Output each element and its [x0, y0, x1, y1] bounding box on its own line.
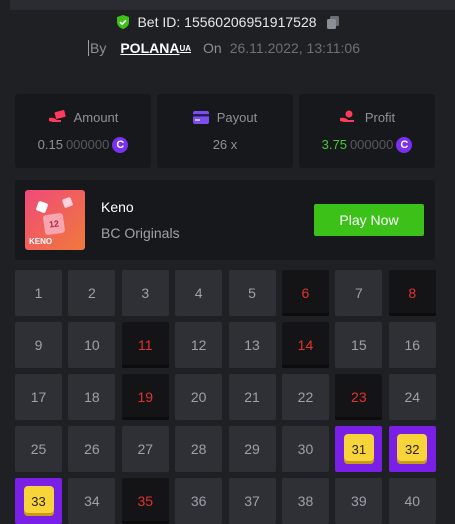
game-name: Keno [101, 199, 134, 215]
verified-shield-icon [117, 15, 130, 29]
keno-cell-21: 21 [228, 374, 276, 420]
keno-cell-27: 27 [121, 426, 169, 472]
coin-icon: C [396, 136, 413, 153]
keno-cell-15: 15 [335, 322, 383, 368]
keno-cell-40: 40 [388, 478, 436, 524]
game-card: 12 KENO Keno BC Originals Play Now [15, 180, 435, 260]
keno-cell-34: 34 [68, 478, 116, 524]
keno-cell-5: 5 [228, 270, 276, 316]
stat-amount: Amount 0.15 000000 C [15, 94, 151, 168]
keno-cell-19: 19 [121, 374, 169, 420]
stat-profit: Profit 3.75 000000 C [299, 94, 435, 168]
thumb-ball-icon [61, 196, 74, 209]
keno-cell-30: 30 [281, 426, 329, 472]
by-label: By [90, 40, 107, 56]
keno-cell-14: 14 [281, 322, 329, 368]
username-suffix[interactable]: UA [179, 44, 191, 53]
keno-cell-28: 28 [175, 426, 223, 472]
stat-profit-value: 3.75 [321, 137, 347, 152]
text-cursor [88, 40, 89, 56]
stat-profit-label: Profit [364, 109, 396, 125]
keno-cell-22: 22 [281, 374, 329, 420]
keno-cell-36: 36 [175, 478, 223, 524]
profit-hand-icon [339, 110, 354, 122]
keno-cell-7: 7 [335, 270, 383, 316]
keno-cell-16: 16 [388, 322, 436, 368]
top-bar [10, 0, 455, 10]
stat-amount-zeros: 000000 [65, 137, 110, 152]
keno-grid: 1 2 3 4 5 6 7 8 9 10 11 12 13 14 15 16 17 18 19 20 21 22 23 24 2… [15, 270, 436, 524]
bet-stats: Amount 0.15000000 C Payout 26 x Profit [15, 94, 435, 168]
keno-cell-35: 35 [121, 478, 169, 524]
keno-cell-8: 8 [388, 270, 436, 316]
keno-cell-11: 11 [121, 322, 169, 368]
copy-icon[interactable] [326, 15, 340, 29]
keno-thumbnail[interactable]: 12 KENO [25, 190, 85, 250]
keno-cell-20: 20 [175, 374, 223, 420]
keno-cell-33: 33 [15, 478, 62, 524]
coin-icon: C [112, 136, 129, 153]
thumb-ball-icon [35, 200, 49, 214]
keno-cell-26: 26 [68, 426, 116, 472]
game-provider: BC Originals [101, 225, 180, 241]
keno-cell-18: 18 [68, 374, 116, 420]
card-icon [192, 111, 209, 124]
play-now-button[interactable]: Play Now [314, 204, 424, 236]
keno-cell-13: 13 [228, 322, 276, 368]
keno-cell-9: 9 [15, 322, 62, 368]
keno-cell-32: 32 [388, 426, 436, 472]
bet-id-row: Bet ID: 15560206951917528 [0, 12, 455, 32]
keno-cell-29: 29 [228, 426, 276, 472]
keno-cell-6: 6 [281, 270, 329, 316]
keno-cell-25: 25 [15, 426, 62, 472]
keno-hit-tile: 32 [397, 434, 428, 464]
keno-cell-17: 17 [15, 374, 62, 420]
stat-profit-zeros: 000000 [349, 137, 394, 152]
money-hand-icon [48, 110, 66, 122]
keno-hit-tile: 33 [23, 486, 54, 516]
keno-cell-38: 38 [281, 478, 329, 524]
keno-cell-12: 12 [175, 322, 223, 368]
keno-cell-10: 10 [68, 322, 116, 368]
keno-cell-39: 39 [335, 478, 383, 524]
keno-cell-31: 31 [335, 426, 383, 472]
bet-date: 26.11.2022, 13:11:06 [229, 40, 360, 56]
username-link[interactable]: POLANA [120, 40, 179, 56]
thumb-tile: 12 [42, 212, 66, 236]
keno-cell-37: 37 [228, 478, 276, 524]
keno-cell-23: 23 [335, 374, 383, 420]
on-label: On [203, 40, 222, 56]
bet-id: Bet ID: 15560206951917528 [137, 14, 317, 30]
keno-cell-1: 1 [15, 270, 62, 316]
keno-hit-tile: 31 [343, 434, 374, 464]
stat-amount-value: 0.15 [37, 137, 63, 152]
keno-cell-2: 2 [68, 270, 116, 316]
stat-amount-label: Amount [73, 109, 119, 125]
keno-cell-24: 24 [388, 374, 436, 420]
thumb-label: KENO [29, 237, 53, 246]
keno-cell-4: 4 [175, 270, 223, 316]
stat-payout-label: Payout [216, 110, 258, 125]
bet-meta-row: By POLANA UA On 26.11.2022, 13:11:06 [88, 38, 360, 58]
stat-payout: Payout 26 x [157, 94, 293, 168]
stat-payout-value: 26 x [212, 137, 238, 152]
keno-cell-3: 3 [121, 270, 169, 316]
